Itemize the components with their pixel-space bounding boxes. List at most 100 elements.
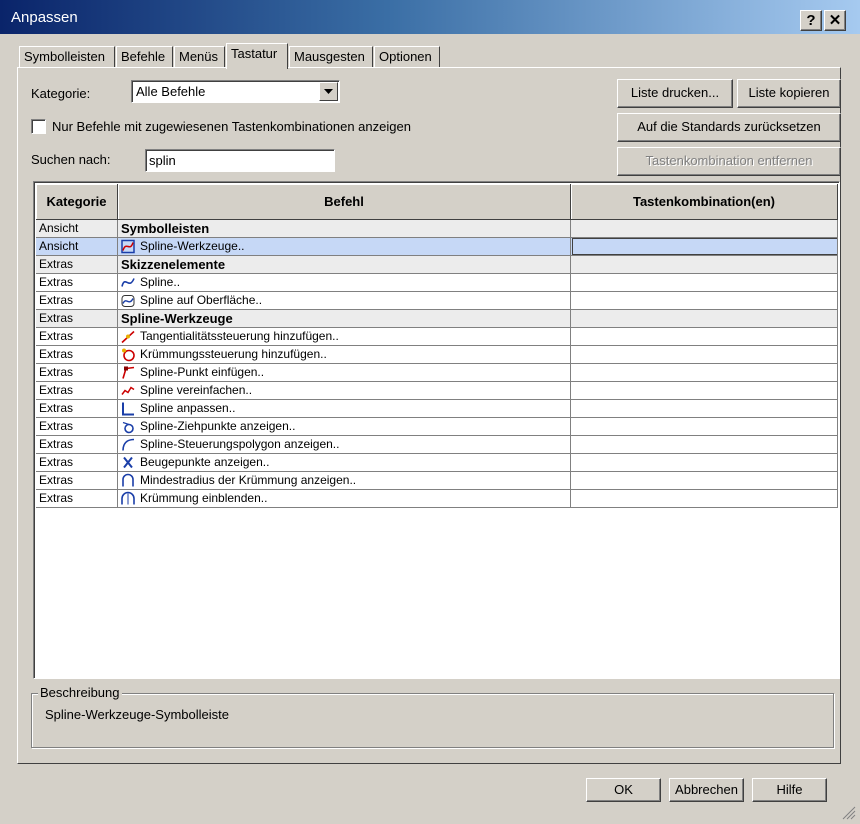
shortcut-cell[interactable] bbox=[571, 220, 838, 237]
table-row[interactable]: Extras Tangentialitätssteuerung hinzufüge… bbox=[36, 328, 838, 346]
shortcut-cell[interactable] bbox=[571, 256, 838, 273]
tab-symbolleisten[interactable]: Symbolleisten bbox=[19, 46, 115, 68]
search-label: Suchen nach: bbox=[31, 152, 111, 167]
category-select[interactable]: Alle Befehle bbox=[131, 80, 340, 103]
category-cell: Extras bbox=[36, 436, 118, 453]
show-curvature-icon bbox=[121, 491, 135, 505]
close-button[interactable]: ✕ bbox=[824, 10, 846, 31]
category-cell: Extras bbox=[36, 328, 118, 345]
command-label: Mindestradius der Krümmung anzeigen.. bbox=[140, 473, 357, 487]
column-header-tastenkombination[interactable]: Tastenkombination(en) bbox=[571, 184, 838, 220]
command-label: Spline vereinfachen.. bbox=[140, 383, 253, 397]
shortcut-cell[interactable] bbox=[571, 400, 838, 417]
category-cell: Extras bbox=[36, 400, 118, 417]
remove-shortcut-button[interactable]: Tastenkombination entfernen bbox=[617, 147, 841, 176]
category-cell: Extras bbox=[36, 382, 118, 399]
category-cell: Extras bbox=[36, 346, 118, 363]
table-row[interactable]: Extras Mindestradius der Krümmung anzeige… bbox=[36, 472, 838, 490]
reset-defaults-button[interactable]: Auf die Standards zurücksetzen bbox=[617, 113, 841, 142]
column-header-kategorie[interactable]: Kategorie bbox=[36, 184, 118, 220]
command-cell: Spline-Werkzeuge bbox=[118, 310, 571, 327]
command-label: Spline-Ziehpunkte anzeigen.. bbox=[140, 419, 296, 433]
command-label: Beugepunkte anzeigen.. bbox=[140, 455, 270, 469]
search-input[interactable] bbox=[145, 149, 335, 172]
show-inflection-points-icon bbox=[123, 456, 133, 469]
shortcut-cell[interactable] bbox=[571, 292, 838, 309]
command-label: Spline auf Oberfläche.. bbox=[140, 293, 263, 307]
shortcut-cell[interactable] bbox=[571, 238, 838, 255]
column-header-befehl[interactable]: Befehl bbox=[118, 184, 571, 220]
shortcut-cell[interactable] bbox=[571, 346, 838, 363]
group-row[interactable]: Extras Skizzenelemente bbox=[36, 256, 838, 274]
table-row[interactable]: Extras Spline-Ziehpunkte anzeigen.. bbox=[36, 418, 838, 436]
table-row[interactable]: Extras Spline vereinfachen.. bbox=[36, 382, 838, 400]
tab-tastatur[interactable]: Tastatur bbox=[226, 43, 288, 69]
commands-table[interactable]: Kategorie Befehl Tastenkombination(en) A… bbox=[33, 181, 840, 679]
shortcut-cell[interactable] bbox=[571, 328, 838, 345]
category-cell: Extras bbox=[36, 364, 118, 381]
show-control-polygon-icon bbox=[122, 438, 135, 451]
table-row[interactable]: Extras Spline anpassen.. bbox=[36, 400, 838, 418]
table-row[interactable]: Extras Spline.. bbox=[36, 274, 838, 292]
description-label: Beschreibung bbox=[38, 685, 122, 700]
table-row[interactable]: Extras Beugepunkte anzeigen.. bbox=[36, 454, 838, 472]
category-label: Kategorie: bbox=[31, 86, 91, 101]
shortcut-cell[interactable] bbox=[571, 472, 838, 489]
insert-spline-point-icon bbox=[122, 366, 135, 379]
cancel-button[interactable]: Abbrechen bbox=[669, 778, 744, 802]
description-text: Spline-Werkzeuge-Symbolleiste bbox=[45, 707, 230, 722]
shortcut-cell[interactable] bbox=[571, 274, 838, 291]
command-cell: Mindestradius der Krümmung anzeigen.. bbox=[118, 472, 571, 489]
shortcut-cell[interactable] bbox=[571, 436, 838, 453]
command-cell: Spline auf Oberfläche.. bbox=[118, 292, 571, 309]
shortcut-cell[interactable] bbox=[571, 418, 838, 435]
category-cell: Extras bbox=[36, 274, 118, 291]
shortcut-cell[interactable] bbox=[571, 490, 838, 507]
only-assigned-checkbox[interactable] bbox=[31, 119, 46, 134]
tab-mausgesten[interactable]: Mausgesten bbox=[289, 46, 373, 68]
group-row[interactable]: Extras Spline-Werkzeuge bbox=[36, 310, 838, 328]
table-row[interactable]: Extras Spline auf Oberfläche.. bbox=[36, 292, 838, 310]
category-cell: Extras bbox=[36, 310, 118, 327]
group-row[interactable]: Ansicht Symbolleisten bbox=[36, 220, 838, 238]
category-cell: Ansicht bbox=[36, 238, 118, 255]
command-cell: Spline-Werkzeuge.. bbox=[118, 238, 571, 255]
copy-list-button[interactable]: Liste kopieren bbox=[737, 79, 841, 108]
shortcut-cell[interactable] bbox=[571, 364, 838, 381]
window-title: Anpassen bbox=[11, 9, 78, 26]
category-dropdown-button[interactable] bbox=[319, 82, 338, 101]
table-row[interactable]: Extras Krümmungssteuerung hinzufügen.. bbox=[36, 346, 838, 364]
category-cell: Extras bbox=[36, 472, 118, 489]
command-cell: Spline vereinfachen.. bbox=[118, 382, 571, 399]
tab-menues[interactable]: Menüs bbox=[174, 46, 225, 68]
description-group: Beschreibung Spline-Werkzeuge-Symbolleis… bbox=[31, 685, 834, 748]
shortcut-cell[interactable] bbox=[571, 454, 838, 471]
command-cell: Spline-Ziehpunkte anzeigen.. bbox=[118, 418, 571, 435]
category-cell: Extras bbox=[36, 490, 118, 507]
command-cell: Spline-Punkt einfügen.. bbox=[118, 364, 571, 381]
chevron-down-icon bbox=[324, 89, 333, 94]
command-label: Krümmungssteuerung hinzufügen.. bbox=[140, 347, 327, 361]
minimum-radius-icon bbox=[122, 473, 134, 487]
help-title-button[interactable]: ? bbox=[800, 10, 822, 31]
table-row[interactable]: Ansicht Spline-Werkzeuge.. bbox=[36, 238, 838, 256]
command-label: Spline-Werkzeuge.. bbox=[140, 239, 245, 253]
category-cell: Extras bbox=[36, 292, 118, 309]
shortcut-cell[interactable] bbox=[571, 310, 838, 327]
table-row[interactable]: Extras Krümmung einblenden.. bbox=[36, 490, 838, 508]
command-cell: Spline-Steuerungspolygon anzeigen.. bbox=[118, 436, 571, 453]
command-cell: Spline anpassen.. bbox=[118, 400, 571, 417]
shortcut-cell[interactable] bbox=[571, 382, 838, 399]
command-cell: Krümmungssteuerung hinzufügen.. bbox=[118, 346, 571, 363]
ok-button[interactable]: OK bbox=[586, 778, 661, 802]
resize-grip-icon[interactable] bbox=[842, 806, 856, 820]
help-button[interactable]: Hilfe bbox=[752, 778, 827, 802]
tab-befehle[interactable]: Befehle bbox=[116, 46, 173, 68]
print-list-button[interactable]: Liste drucken... bbox=[617, 79, 733, 108]
table-row[interactable]: Extras Spline-Punkt einfügen.. bbox=[36, 364, 838, 382]
table-row[interactable]: Extras Spline-Steuerungspolygon anzeigen.… bbox=[36, 436, 838, 454]
spline-on-surface-icon bbox=[121, 295, 135, 307]
tab-optionen[interactable]: Optionen bbox=[374, 46, 440, 68]
shortcut-edit-box[interactable] bbox=[572, 238, 837, 255]
simplify-spline-icon bbox=[121, 386, 135, 395]
